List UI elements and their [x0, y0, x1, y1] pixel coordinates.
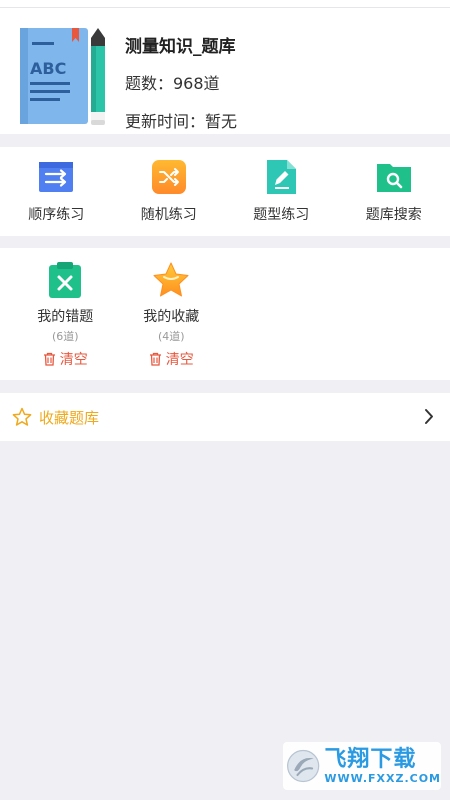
wrong-questions-entry[interactable]: 我的错题 (6道) 清空 [9, 260, 122, 369]
favorites-star-icon [153, 262, 189, 297]
clear-wrong-button[interactable]: 清空 [43, 349, 88, 369]
question-count: 题数：968道 [125, 74, 220, 93]
book-cover-icon: ABC [20, 28, 105, 125]
cover-text: ABC [30, 59, 66, 78]
status-bar-strip [0, 0, 450, 8]
type-practice-button[interactable]: 题型练习 [225, 147, 338, 236]
favorites-count: (4道) [157, 330, 185, 343]
question-type-practice-icon [267, 160, 297, 194]
bank-search-label: 题库搜索 [365, 207, 422, 223]
sequential-practice-label: 顺序练习 [28, 207, 85, 223]
records-section: 我的错题 (6道) 清空 我的收藏 (4道) 清空 [0, 248, 450, 380]
shuffle-practice-icon [151, 160, 186, 194]
watermark-brand: 飞翔下载 [324, 746, 417, 772]
watermark-url: WWW.FXXZ.COM [324, 771, 441, 785]
practice-modes: 顺序练习 随机练习 题型练习 题库搜索 [0, 147, 450, 236]
update-time: 更新时间：暂无 [125, 112, 238, 131]
sequential-practice-button[interactable]: 顺序练习 [0, 147, 113, 236]
favorite-banks-row[interactable]: 收藏题库 [0, 393, 450, 441]
watermark: 飞翔下载 WWW.FXXZ.COM [283, 742, 441, 790]
trash-icon [43, 352, 55, 366]
clear-favorites-button[interactable]: 清空 [149, 349, 194, 369]
trash-icon [149, 352, 161, 366]
wrong-questions-icon [49, 262, 82, 298]
bank-search-icon [376, 164, 411, 192]
watermark-logo-icon [287, 749, 320, 783]
sequential-practice-icon [39, 162, 74, 192]
clear-favorites-label: 清空 [165, 352, 194, 368]
type-practice-label: 题型练习 [253, 207, 310, 223]
star-outline-icon [12, 407, 32, 426]
favorite-banks-label: 收藏题库 [39, 408, 100, 427]
question-bank-header: ABC 测量知识_题库 题数：968道 更新时间：暂无 [0, 8, 450, 134]
clear-wrong-label: 清空 [59, 352, 88, 368]
wrong-questions-count: (6道) [51, 330, 79, 343]
chevron-right-icon [425, 409, 433, 424]
random-practice-label: 随机练习 [140, 207, 197, 223]
random-practice-button[interactable]: 随机练习 [113, 147, 226, 236]
favorites-entry[interactable]: 我的收藏 (4道) 清空 [115, 260, 228, 369]
favorites-label: 我的收藏 [143, 309, 200, 325]
bank-search-button[interactable]: 题库搜索 [338, 147, 450, 236]
wrong-questions-label: 我的错题 [37, 309, 94, 325]
bank-title: 测量知识_题库 [125, 37, 236, 57]
